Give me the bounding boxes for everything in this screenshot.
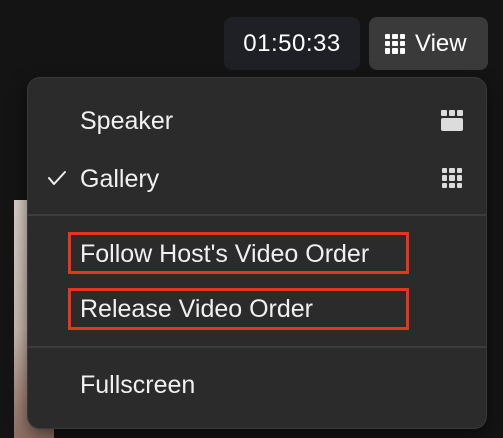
menu-item-label: Fullscreen (80, 371, 196, 399)
menu-item-speaker[interactable]: Speaker (28, 106, 486, 136)
highlight-box (68, 288, 409, 330)
highlight-box (68, 232, 409, 274)
timer-text: 01:50:33 (243, 29, 341, 57)
menu-item-label: Speaker (80, 107, 174, 135)
menu-divider (28, 346, 486, 348)
view-menu: Speaker Gallery Follow Host's Video Orde… (28, 78, 486, 428)
menu-divider (28, 214, 486, 216)
view-button[interactable]: View (369, 17, 488, 70)
gallery-view-icon (442, 168, 462, 188)
menu-item-gallery[interactable]: Gallery (28, 164, 486, 194)
menu-item-label: Gallery (80, 165, 160, 193)
menu-item-fullscreen[interactable]: Fullscreen (28, 370, 486, 400)
view-button-label: View (415, 29, 467, 57)
speaker-view-icon (441, 110, 463, 132)
meeting-timer: 01:50:33 (224, 17, 360, 70)
grid-icon (385, 33, 405, 54)
checkmark-icon (48, 171, 66, 185)
